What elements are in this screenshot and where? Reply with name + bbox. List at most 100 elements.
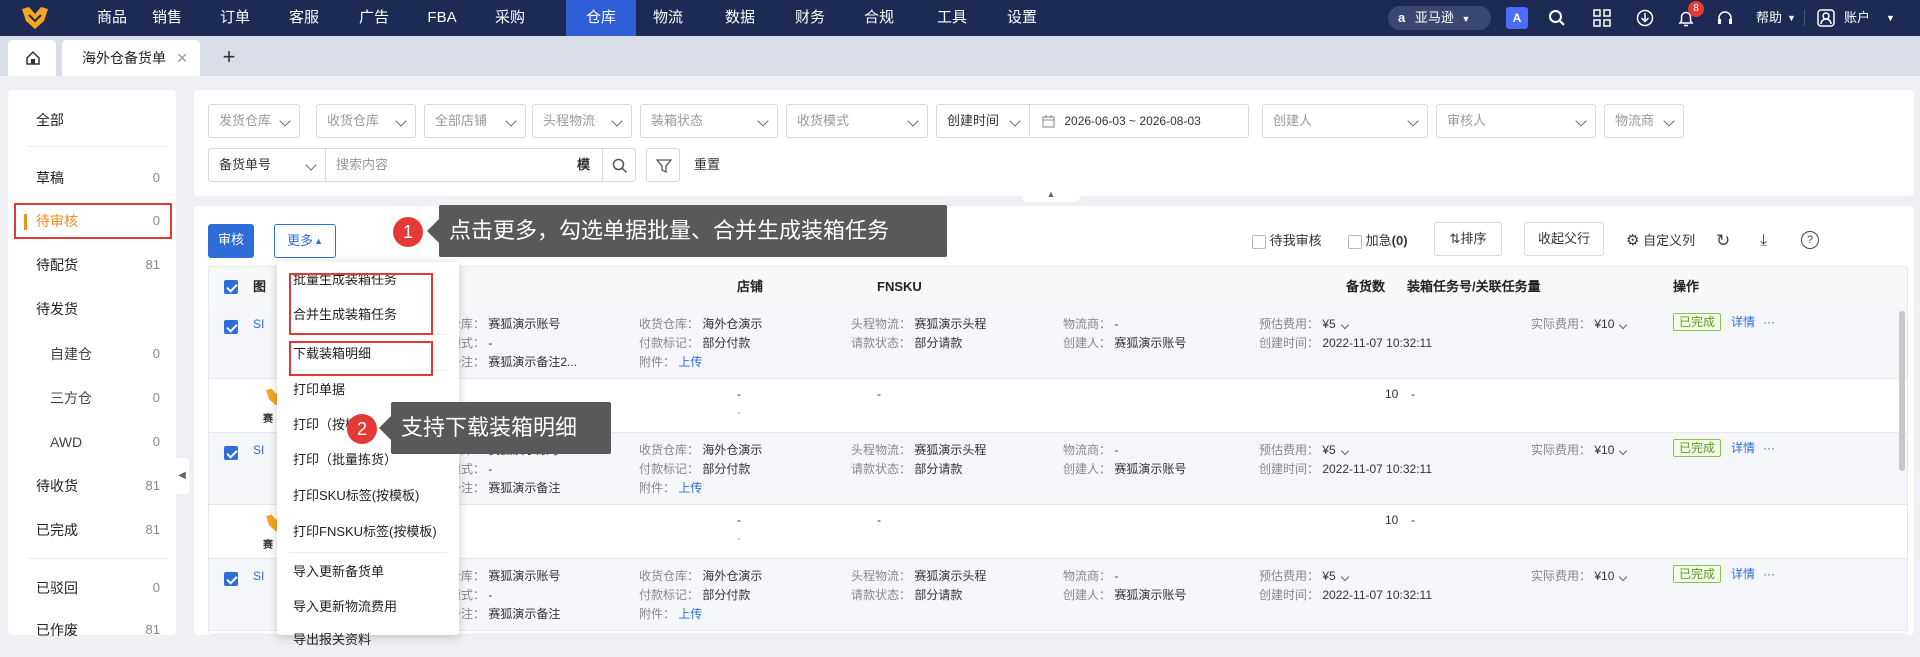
account-caret-icon[interactable]: ▼ — [1886, 0, 1895, 36]
table-child-row[interactable]: 赛---10- — [209, 505, 1907, 559]
account-label[interactable]: 账户 — [1844, 0, 1870, 36]
chevron-down-icon[interactable] — [1340, 320, 1349, 330]
nav-sales[interactable]: 销售 — [145, 0, 189, 36]
sidebar-item-draft[interactable]: 草稿 0 — [8, 160, 176, 196]
menu-item-import-update-logistics-fee[interactable]: 导入更新物流费用 — [277, 589, 459, 624]
first-leg-select[interactable]: 头程物流 — [532, 104, 632, 138]
chevron-down-icon[interactable] — [1340, 572, 1349, 582]
menu-item-print-fnsku-label[interactable]: 打印FNSKU标签(按模板) — [277, 514, 459, 549]
more-dots-icon[interactable]: ··· — [1763, 441, 1775, 455]
sidebar-item-all[interactable]: 全部 — [8, 102, 176, 138]
chevron-down-icon[interactable] — [1619, 572, 1628, 582]
sidebar-item-rejected[interactable]: 已驳回 0 — [8, 570, 176, 606]
sidebar-item-own-warehouse[interactable]: 自建仓 0 — [8, 336, 176, 372]
chevron-down-icon[interactable] — [1619, 446, 1628, 456]
table-child-row[interactable]: 赛---10- — [209, 631, 1907, 634]
nav-finance[interactable]: 财务 — [788, 0, 832, 36]
ship-warehouse-select[interactable]: 发货仓库 — [208, 104, 300, 138]
pending-me-checkbox[interactable] — [1252, 234, 1266, 249]
reviewer-select[interactable]: 审核人 — [1436, 104, 1596, 138]
sku-link[interactable]: SI — [253, 317, 264, 331]
time-type-select[interactable]: 创建时间 — [936, 104, 1030, 138]
search-button[interactable] — [602, 148, 636, 182]
table-row[interactable]: SI发货仓库： 赛狐演示账号收货模式： -单据备注： 赛狐演示备注2...收货仓… — [209, 307, 1907, 379]
row-select-cell[interactable] — [224, 319, 238, 334]
receive-mode-select[interactable]: 收货模式 — [786, 104, 928, 138]
row-checkbox[interactable] — [224, 445, 238, 460]
upload-link[interactable]: 上传 — [675, 481, 702, 495]
more-dots-icon[interactable]: ··· — [1763, 567, 1775, 581]
row-select-cell[interactable] — [224, 445, 238, 460]
close-icon[interactable]: ✕ — [176, 40, 188, 76]
nav-tools[interactable]: 工具 — [930, 0, 974, 36]
help-link[interactable]: 帮助 — [1756, 0, 1782, 36]
detail-link[interactable]: 详情 — [1731, 315, 1755, 329]
nav-products[interactable]: 商品 — [88, 0, 136, 36]
more-dots-icon[interactable]: ··· — [1763, 315, 1775, 329]
brand-logo[interactable] — [20, 5, 50, 31]
refresh-icon[interactable]: ↻ — [1716, 224, 1730, 258]
creator-select[interactable]: 创建人 — [1262, 104, 1428, 138]
approve-button[interactable]: 审核 — [208, 224, 254, 258]
nav-orders[interactable]: 订单 — [213, 0, 257, 36]
upload-link[interactable]: 上传 — [675, 355, 702, 369]
nav-fba[interactable]: FBA — [420, 0, 464, 36]
chevron-down-icon[interactable] — [1619, 320, 1628, 330]
more-button[interactable]: 更多 ▲ — [274, 224, 336, 258]
menu-item-export-customs-docs[interactable]: 导出报关资料 — [277, 622, 459, 657]
sku-link[interactable]: SI — [253, 443, 264, 457]
menu-item-import-update-order[interactable]: 导入更新备货单 — [277, 554, 459, 589]
pending-me-filter[interactable]: 待我审核 — [1252, 224, 1322, 258]
shop-select[interactable]: 全部店铺 — [424, 104, 526, 138]
row-select-cell[interactable] — [224, 571, 238, 586]
sidebar-collapse-toggle[interactable]: ◀ — [175, 458, 189, 494]
sidebar-item-awd[interactable]: AWD 0 — [8, 424, 176, 460]
sidebar-item-pending-review[interactable]: 待审核 0 — [14, 203, 172, 239]
nav-logistics[interactable]: 物流 — [646, 0, 690, 36]
row-checkbox[interactable] — [224, 319, 238, 334]
table-row[interactable]: SI发货仓库： 赛狐演示账号收货模式： -单据备注： 赛狐演示备注收货仓库： 海… — [209, 559, 1907, 631]
nav-data[interactable]: 数据 — [718, 0, 762, 36]
nav-service[interactable]: 客服 — [282, 0, 326, 36]
help-icon[interactable]: ? — [1801, 231, 1819, 249]
sidebar-item-pending-shipment[interactable]: 待发货 — [8, 291, 176, 327]
fuzzy-mode-toggle[interactable]: 模 — [577, 149, 590, 181]
nav-ads[interactable]: 广告 — [352, 0, 396, 36]
reset-link[interactable]: 重置 — [694, 148, 720, 182]
sidebar-item-completed[interactable]: 已完成 81 — [8, 512, 176, 548]
nav-purchase[interactable]: 采购 — [488, 0, 532, 36]
marketplace-switch[interactable]: a 亚马逊 ▼ — [1388, 6, 1491, 30]
packing-status-select[interactable]: 装箱状态 — [640, 104, 778, 138]
advanced-filter-button[interactable] — [646, 148, 680, 182]
select-all-checkbox[interactable] — [224, 280, 238, 294]
detail-link[interactable]: 详情 — [1731, 441, 1755, 455]
add-tab-button[interactable]: + — [214, 40, 244, 76]
row-checkbox[interactable] — [224, 571, 238, 586]
download-icon[interactable]: ⤓ — [1760, 224, 1767, 258]
help-caret-icon[interactable]: ▼ — [1787, 0, 1796, 36]
search-field-select[interactable]: 备货单号 — [208, 148, 326, 182]
detail-link[interactable]: 详情 — [1731, 567, 1755, 581]
sku-link[interactable]: SI — [253, 569, 264, 583]
collapse-parent-rows-button[interactable]: 收起父行 — [1524, 222, 1604, 256]
tab-overseas-stock-order[interactable]: 海外仓备货单 ✕ — [62, 40, 200, 76]
carrier-select[interactable]: 物流商 — [1604, 104, 1684, 138]
sidebar-item-voided[interactable]: 已作废 81 — [8, 612, 176, 648]
vertical-scrollbar[interactable] — [1899, 311, 1905, 471]
sort-button[interactable]: ⇅排序 — [1434, 222, 1502, 256]
nav-compliance[interactable]: 合规 — [857, 0, 901, 36]
sidebar-item-pending-allocation[interactable]: 待配货 81 — [8, 247, 176, 283]
sidebar-item-pending-receipt[interactable]: 待收货 81 — [8, 468, 176, 504]
sidebar-item-third-party-warehouse[interactable]: 三方仓 0 — [8, 380, 176, 416]
menu-item-print-sku-label[interactable]: 打印SKU标签(按模板) — [277, 478, 459, 513]
urgent-filter[interactable]: 加急(0) — [1348, 224, 1408, 258]
search-input[interactable]: 搜索内容 模 — [325, 148, 603, 182]
nav-settings[interactable]: 设置 — [1000, 0, 1044, 36]
urgent-checkbox[interactable] — [1348, 234, 1362, 249]
nav-warehouse[interactable]: 仓库 — [566, 0, 636, 36]
date-range-picker[interactable]: 2026-06-03 ~ 2026-08-03 — [1029, 104, 1249, 138]
chevron-down-icon[interactable] — [1340, 446, 1349, 456]
home-tab[interactable] — [8, 40, 56, 76]
upload-link[interactable]: 上传 — [675, 607, 702, 621]
collapse-filters-toggle[interactable]: ▲ — [1022, 186, 1080, 202]
